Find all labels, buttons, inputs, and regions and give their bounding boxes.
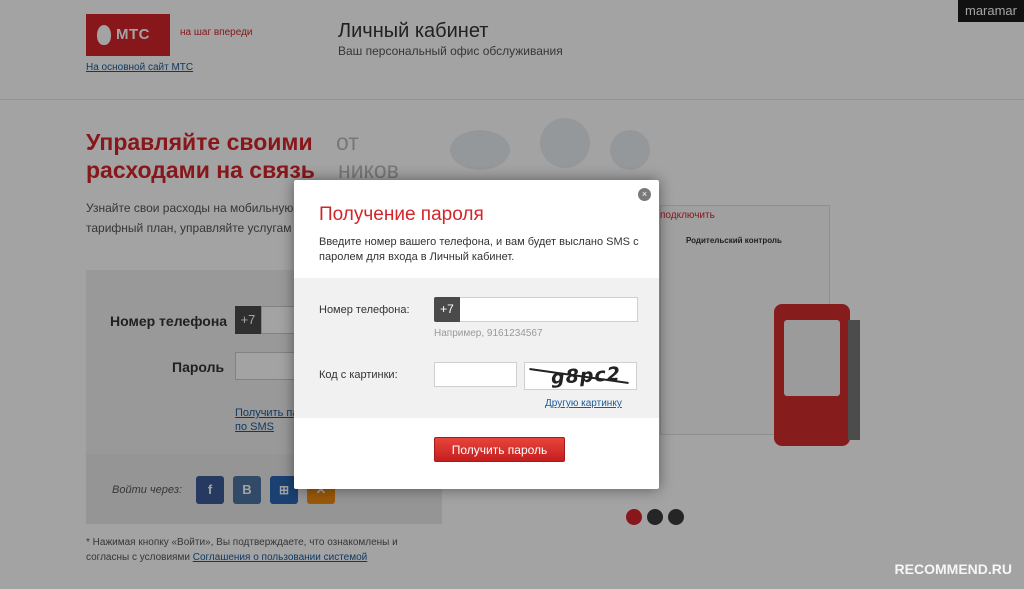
refresh-captcha-link[interactable]: Другую картинку <box>545 398 622 409</box>
captcha-label: Код с картинки: <box>319 369 398 381</box>
modal-description: Введите номер вашего телефона, и вам буд… <box>319 236 639 263</box>
captcha-input[interactable] <box>434 362 517 387</box>
get-password-button[interactable]: Получить пароль <box>434 437 565 462</box>
close-icon[interactable]: × <box>638 188 651 201</box>
captcha-text: g8pc2 <box>550 363 622 389</box>
phone-hint: Например, 9161234567 <box>434 328 543 339</box>
captcha-image: g8pc2 <box>524 362 637 390</box>
phone-input[interactable] <box>460 297 638 322</box>
modal-title: Получение пароля <box>319 204 484 225</box>
recommend-watermark: RECOMMEND.RU <box>894 561 1012 577</box>
password-modal: × Получение пароля Введите номер вашего … <box>294 180 659 489</box>
phone-label: Номер телефона: <box>319 304 410 316</box>
phone-prefix: +7 <box>434 297 460 322</box>
